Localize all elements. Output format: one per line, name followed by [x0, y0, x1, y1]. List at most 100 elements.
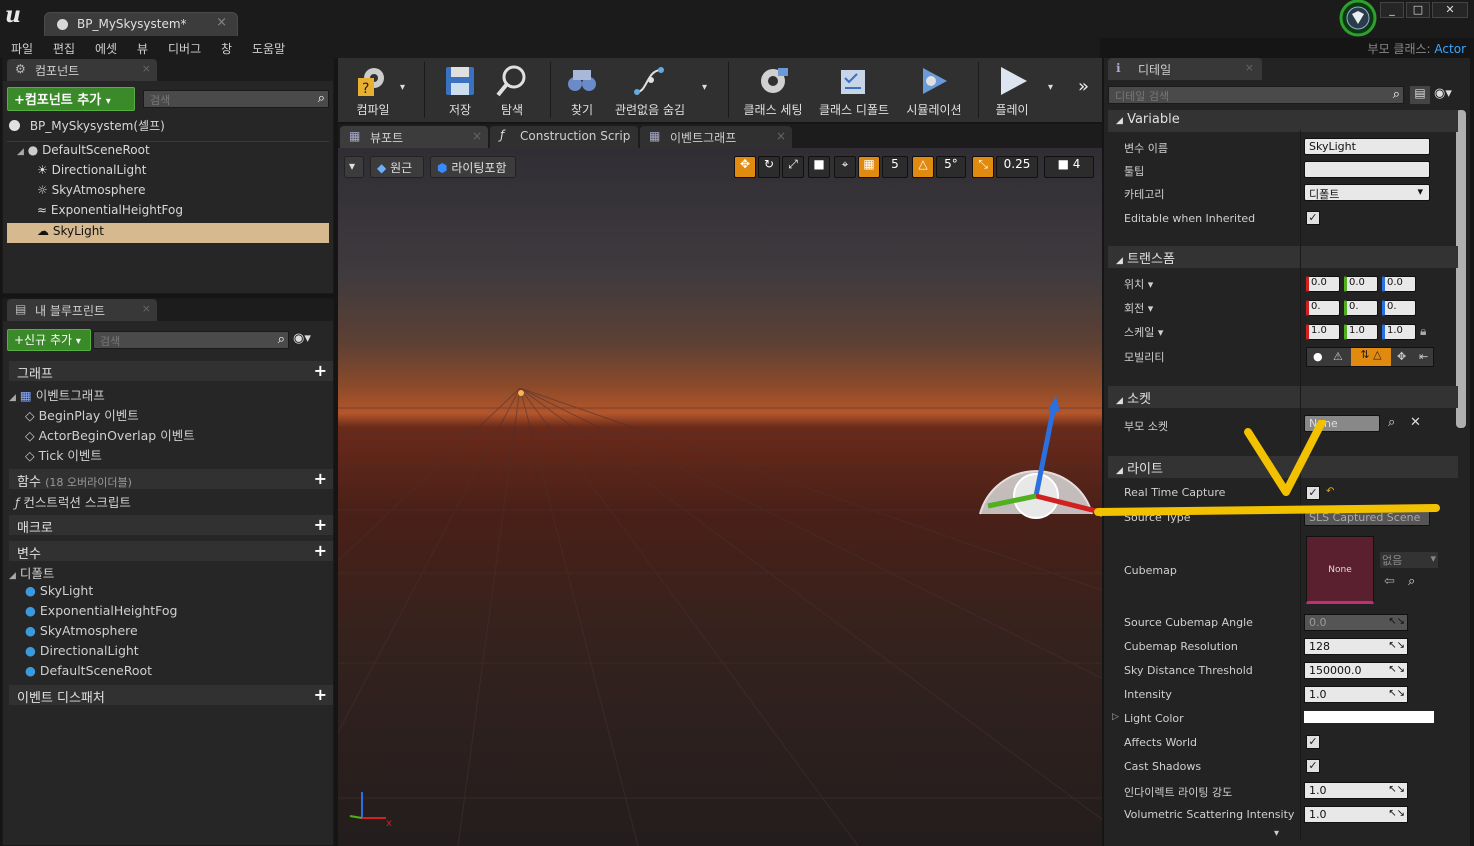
tooltip-field[interactable] [1304, 161, 1430, 178]
close-window-button[interactable]: ✕ [1432, 2, 1468, 18]
close-tab-icon[interactable]: × [776, 129, 786, 143]
variable-item-skylight[interactable]: ● SkyLight [25, 583, 93, 598]
variable-item-directional-light[interactable]: ● DirectionalLight [25, 643, 139, 658]
menu-asset[interactable]: 에셋 [95, 40, 117, 57]
tree-item-exponential-height-fog[interactable]: ≈ ExponentialHeightFog [37, 203, 183, 217]
use-selected-arrow-icon[interactable]: ⇦ [1384, 574, 1395, 589]
tab-viewport[interactable]: ▦ 뷰포트 × [340, 126, 488, 148]
menu-window[interactable]: 창 [221, 40, 232, 57]
close-tab-icon[interactable]: × [142, 302, 151, 315]
rotate-mode-button[interactable]: ↻ [758, 156, 780, 178]
volumetric-scattering-field[interactable]: 1.0 ↖↘ [1304, 806, 1408, 823]
graph-section[interactable]: 그래프 + [9, 361, 333, 382]
scale-label[interactable]: 스케일 ▾ [1124, 324, 1163, 340]
location-label[interactable]: 위치 ▾ [1124, 276, 1153, 292]
surface-snap-button[interactable]: ⌖ [834, 156, 856, 178]
hide-unrelated-options-icon[interactable]: ▾ [702, 82, 707, 93]
toolbar-overflow-icon[interactable]: » [1078, 76, 1089, 97]
source-cubemap-angle-field[interactable]: 0.0 ↖↘ [1304, 614, 1408, 631]
editable-inherited-checkbox[interactable]: ✓ [1306, 211, 1320, 225]
scroll-more-icon[interactable]: ▾ [1274, 828, 1279, 839]
add-new-button[interactable]: +신규 추가 ▾ [7, 329, 91, 351]
viewport[interactable]: ▾ ◆ 원근 ⬢ 라이팅포함 ✥ ↻ ⤢ ■ ⌖ ▦ 5 △ 5° ⤡ 0.25… [338, 148, 1102, 846]
light-color-swatch[interactable] [1304, 711, 1434, 723]
menu-file[interactable]: 파일 [11, 40, 33, 57]
stationary-icon[interactable]: ⚠ [1333, 350, 1343, 363]
tree-item-sky-atmosphere[interactable]: ☼ SkyAtmosphere [37, 183, 145, 197]
compile-options-icon[interactable]: ▾ [400, 82, 405, 93]
class-defaults-button[interactable]: 클래스 디폴트 [814, 58, 894, 122]
cast-shadows-checkbox[interactable]: ✓ [1306, 759, 1320, 773]
details-tab[interactable]: ℹ 디테일 × [1108, 58, 1262, 80]
hide-unrelated-button[interactable]: 관련없음 숨김 [610, 58, 690, 122]
menu-debug[interactable]: 디버그 [168, 40, 201, 57]
compile-button[interactable]: ? 컴파일 [338, 58, 408, 122]
simulate-button[interactable]: 시뮬레이션 [898, 58, 970, 122]
variable-item-exponential-height-fog[interactable]: ● ExponentialHeightFog [25, 603, 177, 618]
add-component-button[interactable]: +컴포넌트 추가 ▾ [7, 87, 135, 111]
rotation-snap-value[interactable]: 5° [936, 156, 966, 178]
macros-section[interactable]: 매크로 + [9, 515, 333, 536]
menu-view[interactable]: 뷰 [137, 40, 148, 57]
category-dropdown[interactable]: 디폴트 ▾ [1304, 184, 1430, 201]
coordinate-space-button[interactable]: ■ [808, 156, 830, 178]
tree-item-default-scene-root[interactable]: ◢ ● DefaultSceneRoot [17, 143, 150, 157]
menu-edit[interactable]: 편집 [53, 40, 75, 57]
grid-snap-toggle[interactable]: ▦ [858, 156, 880, 178]
variable-category[interactable]: ◢ Variable [1108, 110, 1458, 132]
cubemap-asset-dropdown[interactable]: 없음 ▾ [1380, 552, 1438, 568]
maximize-button[interactable]: □ [1406, 2, 1430, 18]
scale-x-field[interactable]: 1.0 [1306, 324, 1340, 340]
add-macro-icon[interactable]: + [314, 515, 327, 534]
browse-icon[interactable]: ⌕ [1408, 574, 1415, 589]
rotation-label[interactable]: 회전 ▾ [1124, 300, 1153, 316]
close-tab-icon[interactable]: × [216, 15, 227, 30]
find-button[interactable]: 찾기 [548, 58, 616, 122]
scale-snap-value[interactable]: 0.25 [996, 156, 1038, 178]
location-x-field[interactable]: 0.0 [1306, 276, 1340, 292]
affects-world-checkbox[interactable]: ✓ [1306, 735, 1320, 749]
sky-distance-threshold-field[interactable]: 150000.0 ↖↘ [1304, 662, 1408, 679]
intensity-field[interactable]: 1.0 ↖↘ [1304, 686, 1408, 703]
transform-category[interactable]: ◢ 트랜스폼 [1108, 246, 1458, 268]
event-item-tick[interactable]: ◇ Tick 이벤트 [25, 445, 102, 464]
rotation-y-field[interactable]: 0. [1344, 300, 1378, 316]
parent-class-link[interactable]: Actor [1434, 42, 1466, 56]
details-scrollbar[interactable] [1456, 110, 1466, 428]
mobility-toggle[interactable]: ● ⚠ ⇅ △ ✥ ⇤ [1306, 347, 1434, 367]
play-button[interactable]: 플레이 [978, 58, 1046, 122]
property-matrix-icon[interactable]: ▤ [1410, 86, 1430, 104]
tree-item-sky-light[interactable]: ☁ SkyLight [37, 224, 104, 238]
rotation-z-field[interactable]: 0. [1382, 300, 1416, 316]
perspective-button[interactable]: ◆ 원근 [370, 156, 424, 178]
browse-button[interactable]: 탐색 [478, 58, 546, 122]
tab-construction-script[interactable]: ƒ Construction Scrip [490, 126, 638, 148]
event-dispatchers-section[interactable]: 이벤트 디스패처 + [9, 685, 333, 706]
add-graph-icon[interactable]: + [314, 361, 327, 380]
functions-section[interactable]: 함수 (18 오버라이더블) + [9, 469, 333, 490]
expand-arrow-icon[interactable]: ▷ [1112, 712, 1119, 722]
play-options-icon[interactable]: ▾ [1048, 82, 1053, 93]
translate-mode-button[interactable]: ✥ [734, 156, 756, 178]
location-z-field[interactable]: 0.0 [1382, 276, 1416, 292]
sockets-category[interactable]: ◢ 소켓 [1108, 386, 1458, 408]
construction-script-item[interactable]: ƒ 컨스트럭션 스크립트 [15, 492, 131, 511]
indirect-lighting-field[interactable]: 1.0 ↖↘ [1304, 782, 1408, 799]
tree-item-directional-light[interactable]: ☀ DirectionalLight [37, 163, 146, 177]
variables-section[interactable]: 변수 + [9, 541, 333, 562]
menu-help[interactable]: 도움말 [252, 40, 285, 57]
scale-z-field[interactable]: 1.0 [1382, 324, 1416, 340]
add-function-icon[interactable]: + [314, 469, 327, 488]
variable-name-field[interactable]: SkyLight [1304, 138, 1430, 155]
components-tab[interactable]: ⚙ 컴포넌트 × [7, 59, 157, 81]
document-tab[interactable]: BP_MySkysystem* × [44, 12, 238, 36]
add-variable-icon[interactable]: + [314, 541, 327, 560]
viewport-options-button[interactable]: ▾ [344, 156, 364, 178]
move-icon[interactable]: ✥ [1397, 350, 1406, 363]
components-search-input[interactable]: 검색 ⌕ [143, 90, 329, 108]
visibility-eye-icon[interactable]: ◉▾ [1434, 86, 1452, 101]
cubemap-thumbnail[interactable]: None [1306, 536, 1374, 604]
variable-item-sky-atmosphere[interactable]: ● SkyAtmosphere [25, 623, 138, 638]
variable-item-default-scene-root[interactable]: ● DefaultSceneRoot [25, 663, 152, 678]
close-tab-icon[interactable]: × [472, 129, 482, 143]
